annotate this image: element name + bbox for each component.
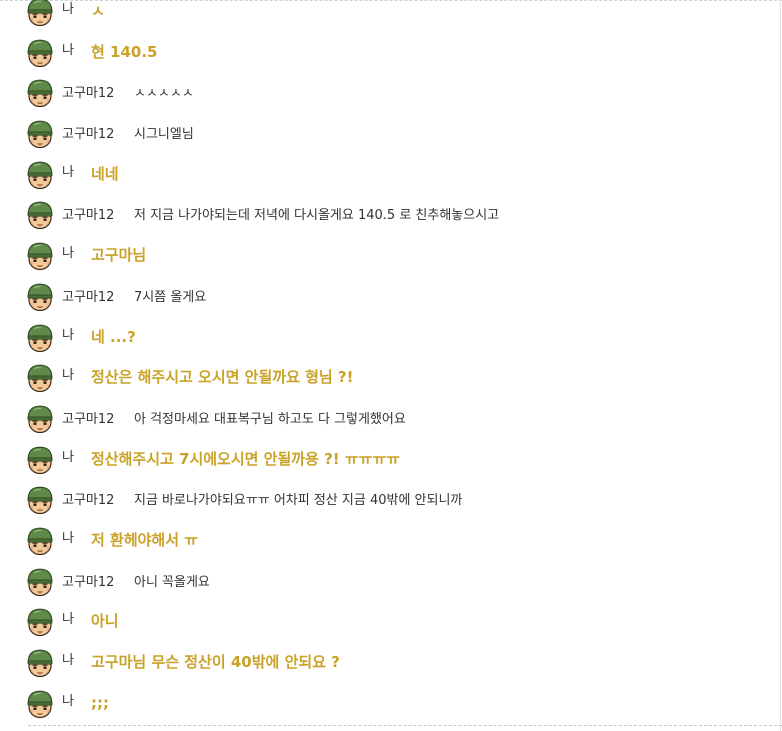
sender-name: 나 <box>62 327 74 343</box>
chat-message: 나 현 140.5 <box>0 33 782 74</box>
soldier-avatar-icon <box>25 38 55 68</box>
chat-log: 나 ㅅ 나 현 140.5 고구마12 ㅅㅅㅅㅅㅅ 고구마12 시그니엘님 나 … <box>0 0 782 724</box>
sender-name: 나 <box>62 164 74 180</box>
sender-name: 고구마12 <box>62 493 115 509</box>
message-text: 아 걱정마세요 대표복구님 하고도 다 그렇게했어요 <box>134 411 406 427</box>
chat-message: 나 네네 <box>0 155 782 196</box>
chat-message: 나 저 환헤야해서 ㅠ <box>0 521 782 562</box>
chat-message: 고구마12 ㅅㅅㅅㅅㅅ <box>0 73 782 114</box>
sender-name: 나 <box>62 368 74 384</box>
sender-name: 나 <box>62 449 74 465</box>
chat-message: 나 정산해주시고 7시에오시면 안될까용 ?! ㅠㅠㅠㅠ <box>0 440 782 481</box>
soldier-avatar-icon <box>25 323 55 353</box>
sender-name: 나 <box>62 530 74 546</box>
sender-name: 고구마12 <box>62 411 115 427</box>
message-text: 저 환헤야해서 ㅠ <box>91 530 199 549</box>
soldier-avatar-icon <box>25 445 55 475</box>
message-text: 7시쯤 올게요 <box>134 289 207 305</box>
soldier-avatar-icon <box>25 363 55 393</box>
soldier-avatar-icon <box>25 241 55 271</box>
soldier-avatar-icon <box>25 160 55 190</box>
soldier-avatar-icon <box>25 607 55 637</box>
message-text: 고구마님 <box>91 246 147 265</box>
message-text: 시그니엘님 <box>134 127 194 143</box>
soldier-avatar-icon <box>25 567 55 597</box>
chat-message: 나 정산은 해주시고 오시면 안될까요 형님 ?! <box>0 358 782 399</box>
chat-message: 나 ㅅ <box>0 0 782 33</box>
sender-name: 고구마12 <box>62 289 115 305</box>
soldier-avatar-icon <box>25 200 55 230</box>
sender-name: 고구마12 <box>62 127 115 143</box>
chat-message: 고구마12 저 지금 나가야되는데 저녁에 다시올게요 140.5 로 친추해놓… <box>0 195 782 236</box>
chat-message: 나 아니 <box>0 602 782 643</box>
message-text: 지금 바로나가야되요ㅠㅠ 어차피 정산 지금 40밖에 안되니까 <box>134 493 463 509</box>
sender-name: 고구마12 <box>62 86 115 102</box>
chat-message: 나 고구마님 무슨 정산이 40밖에 안되요 ? <box>0 643 782 684</box>
message-text: ㅅ <box>91 2 105 20</box>
message-text: 고구마님 무슨 정산이 40밖에 안되요 ? <box>91 653 340 671</box>
soldier-avatar-icon <box>25 282 55 312</box>
message-text: 정산해주시고 7시에오시면 안될까용 ?! ㅠㅠㅠㅠ <box>91 449 401 468</box>
message-text: 정산은 해주시고 오시면 안될까요 형님 ?! <box>91 368 354 387</box>
soldier-avatar-icon <box>25 78 55 108</box>
soldier-avatar-icon <box>25 0 55 27</box>
chat-bottom-border <box>28 725 782 726</box>
message-text: 저 지금 나가야되는데 저녁에 다시올게요 140.5 로 친추해놓으시고 <box>134 208 500 224</box>
soldier-avatar-icon <box>25 485 55 515</box>
message-text: 아니 꼭올게요 <box>134 574 210 590</box>
chat-message: 나 네 ...? <box>0 318 782 359</box>
message-text: 현 140.5 <box>91 42 158 61</box>
chat-message: 고구마12 7시쯤 올게요 <box>0 277 782 318</box>
sender-name: 나 <box>62 246 74 262</box>
chat-message: 고구마12 아니 꼭올게요 <box>0 562 782 603</box>
message-text: ;;; <box>91 693 109 712</box>
sender-name: 나 <box>62 693 74 709</box>
message-text: 네 ...? <box>91 327 136 346</box>
chat-message: 나 고구마님 <box>0 236 782 277</box>
chat-message: 고구마12 지금 바로나가야되요ㅠㅠ 어차피 정산 지금 40밖에 안되니까 <box>0 480 782 521</box>
sender-name: 나 <box>62 653 74 668</box>
soldier-avatar-icon <box>25 404 55 434</box>
soldier-avatar-icon <box>25 119 55 149</box>
chat-message: 고구마12 아 걱정마세요 대표복구님 하고도 다 그렇게했어요 <box>0 399 782 440</box>
sender-name: 나 <box>62 2 74 17</box>
sender-name: 고구마12 <box>62 208 115 224</box>
message-text: 아니 <box>91 612 119 631</box>
soldier-avatar-icon <box>25 689 55 719</box>
sender-name: 고구마12 <box>62 574 115 590</box>
message-text: 네네 <box>91 164 119 183</box>
soldier-avatar-icon <box>25 526 55 556</box>
sender-name: 나 <box>62 42 74 58</box>
message-text: ㅅㅅㅅㅅㅅ <box>134 86 194 102</box>
chat-message: 고구마12 시그니엘님 <box>0 114 782 155</box>
soldier-avatar-icon <box>25 648 55 678</box>
chat-message: 나 ;;; <box>0 684 782 725</box>
sender-name: 나 <box>62 612 74 628</box>
